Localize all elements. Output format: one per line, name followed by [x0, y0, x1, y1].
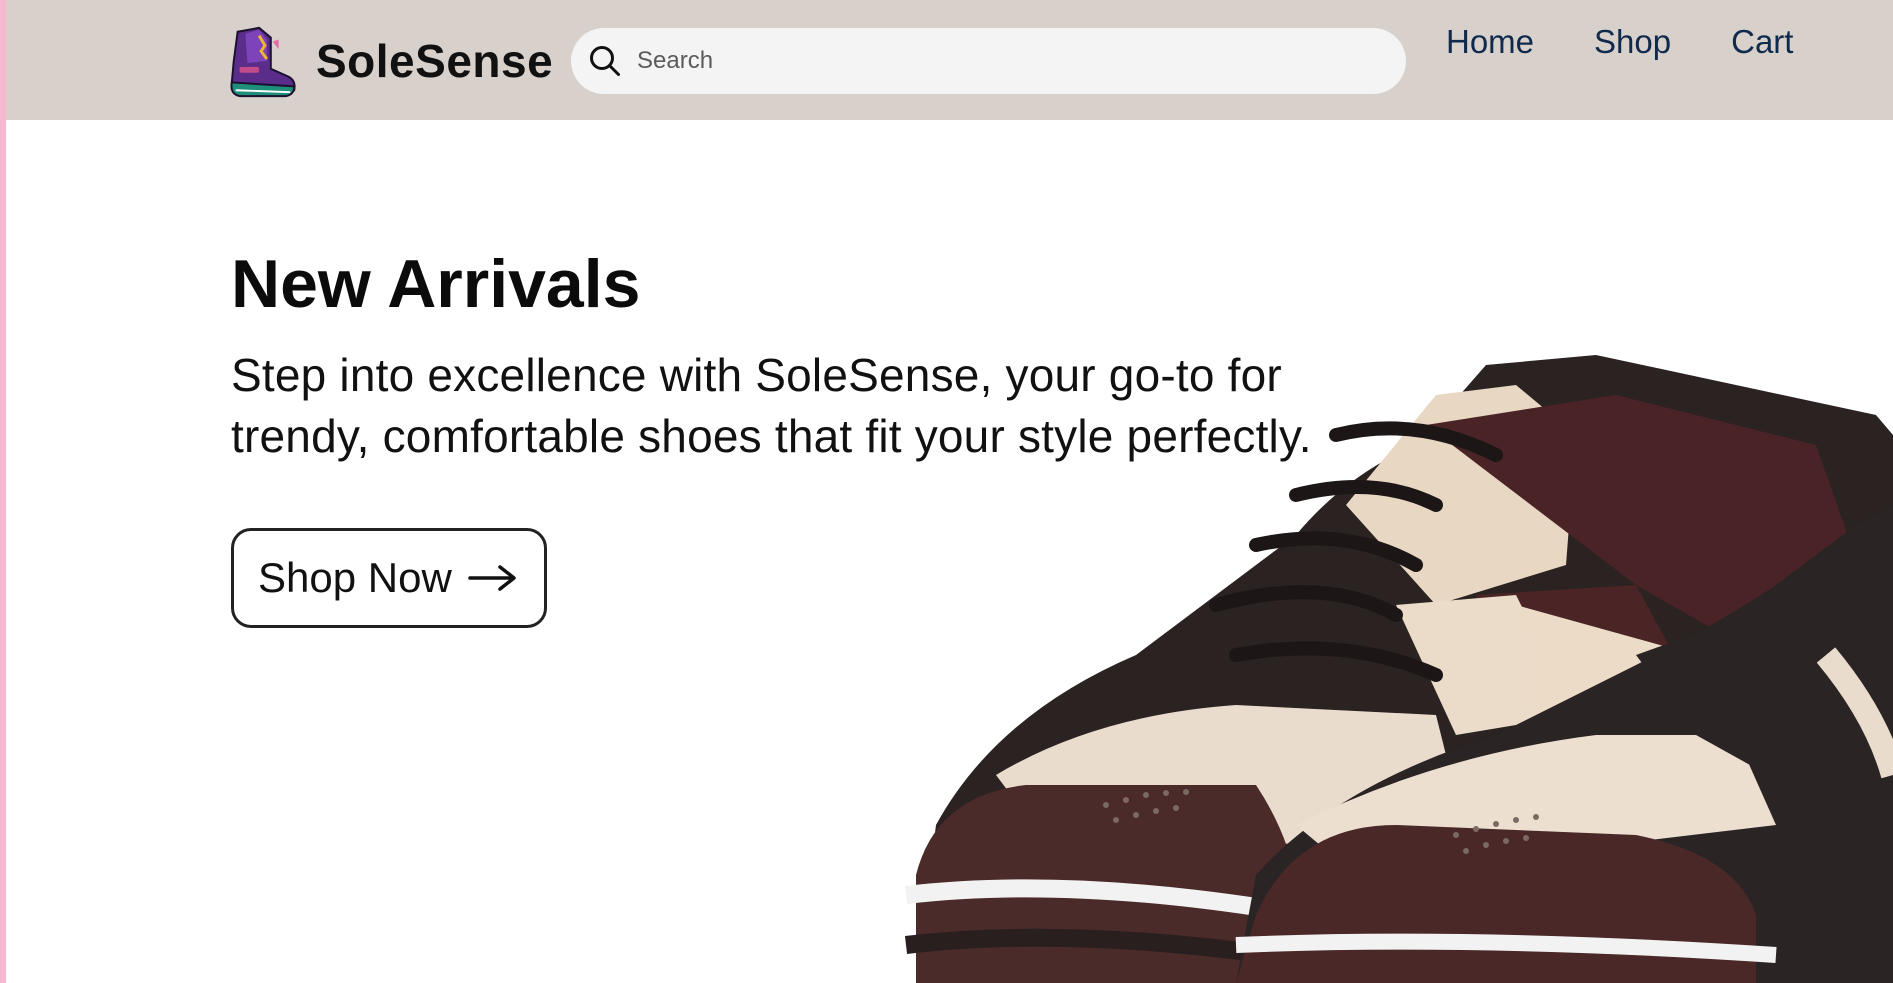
- page: SoleSense Home Shop Cart New Arrivals St…: [6, 0, 1893, 983]
- sneaker-logo-icon: [230, 26, 296, 98]
- search-bar[interactable]: [571, 28, 1406, 94]
- sneakers-image: [904, 355, 1893, 983]
- site-header: SoleSense Home Shop Cart: [6, 0, 1893, 120]
- arrow-right-icon: [468, 565, 516, 591]
- search-icon: [590, 46, 620, 76]
- nav-link-shop[interactable]: Shop: [1594, 23, 1671, 61]
- shop-now-button[interactable]: Shop Now: [231, 528, 547, 628]
- brand-name: SoleSense: [316, 35, 554, 87]
- search-input[interactable]: [637, 47, 1357, 75]
- shop-now-label: Shop Now: [258, 554, 452, 601]
- main-nav: Home Shop Cart: [1446, 18, 1793, 66]
- nav-link-home[interactable]: Home: [1446, 23, 1534, 61]
- hero-title: New Arrivals: [231, 246, 641, 322]
- brand[interactable]: SoleSense: [224, 22, 553, 100]
- nav-link-cart[interactable]: Cart: [1731, 23, 1793, 61]
